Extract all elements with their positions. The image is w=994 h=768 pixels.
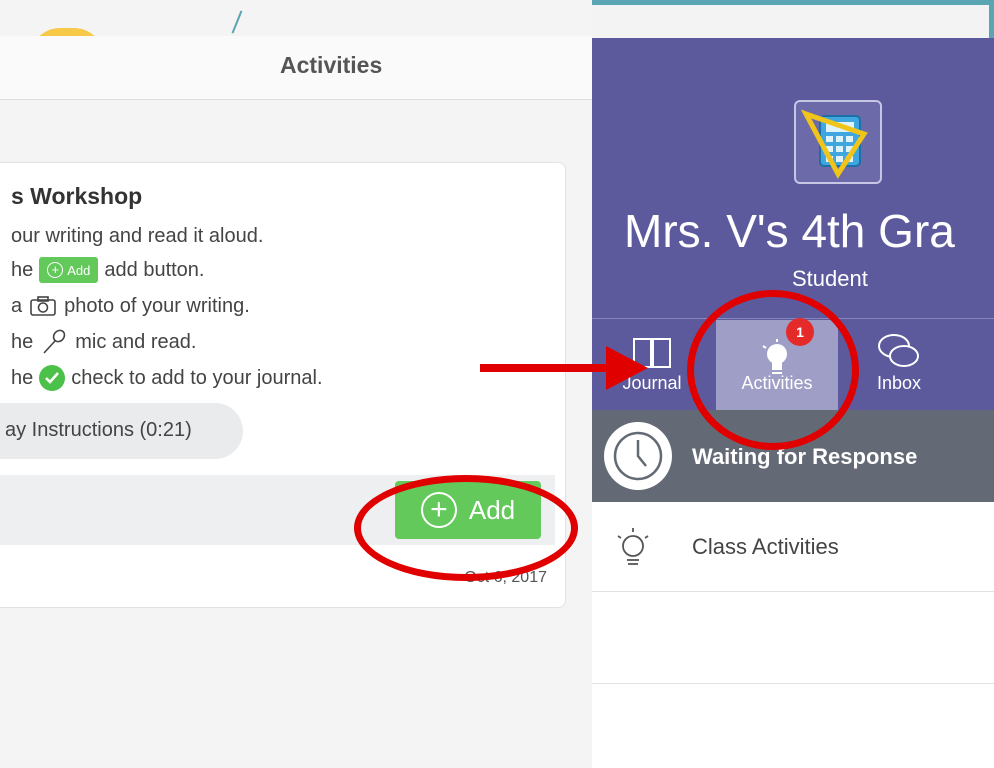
instruction-line-3: a photo of your writing. (11, 293, 250, 319)
instruction-line-4: he mic and read. (11, 329, 196, 355)
chat-bubbles-icon (878, 334, 919, 367)
mini-add-button-icon: + Add (39, 257, 99, 283)
check-icon (39, 365, 66, 391)
decorative-line (231, 10, 243, 34)
page-title: Activities (280, 52, 383, 78)
play-instructions-button[interactable]: ay Instructions (0:21) (0, 403, 243, 459)
calculator-class-icon (794, 100, 882, 184)
instruction-line-5: he check to add to your journal. (11, 365, 323, 391)
empty-row (592, 592, 994, 684)
activity-title: s Workshop (11, 183, 143, 209)
class-activities-row[interactable]: Class Activities (592, 502, 994, 592)
instruction-line-2: he + Add add button. (11, 257, 204, 283)
highlight-ring-activities (687, 290, 859, 450)
microphone-icon (39, 329, 69, 355)
clock-icon (604, 422, 672, 490)
class-name: Mrs. V's 4th Gra (624, 205, 955, 257)
highlight-ring-add (354, 475, 578, 581)
activity-header: Activities (0, 36, 592, 100)
tab-inbox[interactable]: Inbox (862, 320, 936, 410)
instruction-line-1: our writing and read it aloud. (11, 225, 264, 247)
user-role: Student (792, 266, 868, 291)
lightbulb-outline-icon (617, 528, 649, 565)
camera-icon (28, 293, 58, 319)
red-arrow-icon (480, 346, 648, 390)
